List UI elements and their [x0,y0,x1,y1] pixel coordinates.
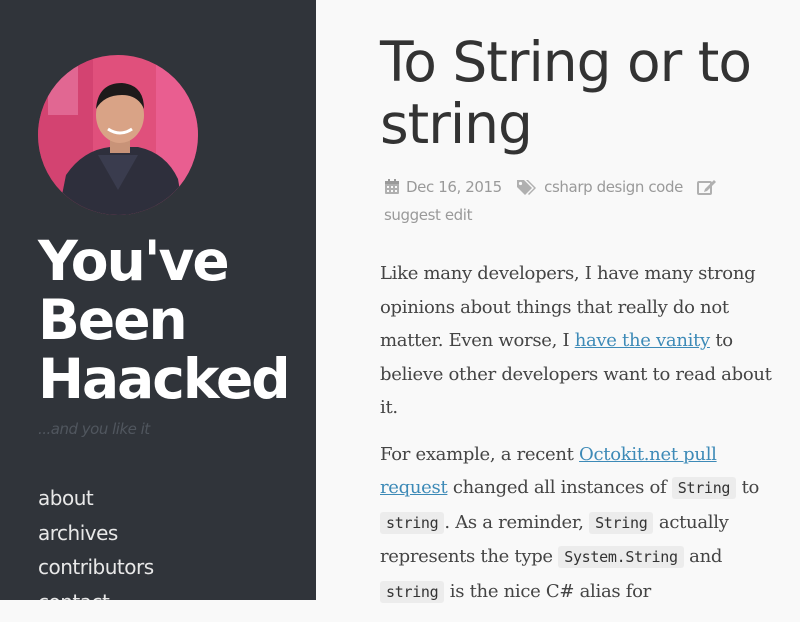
nav-item-contributors: contributors [38,552,154,587]
suggest-edit-link[interactable]: suggest edit [384,206,472,224]
post-title: To String or to string [380,30,752,156]
vanity-link[interactable]: have the vanity [575,330,711,351]
paragraph-text: changed all instances of [447,477,672,498]
avatar[interactable] [38,55,198,215]
sidebar: You've Been Haacked ...and you like it a… [0,0,316,600]
post-paragraph: Like many developers, I have many strong… [380,257,775,425]
site-title[interactable]: You've Been Haacked [38,229,291,411]
nav-item-archives: archives [38,518,154,553]
sidebar-nav: about archives contributors contact [38,483,154,600]
avatar-photo [38,55,198,215]
inline-code: System.String [558,546,684,568]
nav-item-contact: contact [38,587,154,601]
site-title-line: You've [38,229,230,293]
paragraph-text: is the nice C# alias for [444,580,651,602]
nav-link-contact[interactable]: contact [38,590,110,601]
site-tagline: ...and you like it [38,420,150,438]
nav-link-contributors[interactable]: contributors [38,555,154,579]
tags-icon [517,180,537,195]
post-content: Like many developers, I have many strong… [380,257,775,622]
site-title-line: Been [38,288,188,352]
paragraph-text: For example, a recent [380,443,580,465]
inline-code: string [380,511,445,534]
paragraph-text: . As a reminder, [444,511,590,533]
post-date: Dec 16, 2015 [406,178,502,196]
paragraph-text: and [683,546,723,567]
inline-code: String [671,477,737,499]
edit-icon [697,180,717,195]
nav-link-about[interactable]: about [38,486,94,510]
inline-code: string [380,580,445,603]
calendar-icon [385,179,399,194]
paragraph-text: to [736,477,760,498]
site-title-line: Haacked [38,347,291,411]
post-paragraph: For example, a recent Octokit.net pull r… [380,438,775,610]
post-meta: Dec 16, 2015 csharp design code suggest … [384,173,769,229]
nav-link-archives[interactable]: archives [38,521,118,545]
nav-item-about: about [38,483,154,518]
post-tags-link[interactable]: csharp design code [544,178,683,196]
inline-code: String [589,511,654,534]
